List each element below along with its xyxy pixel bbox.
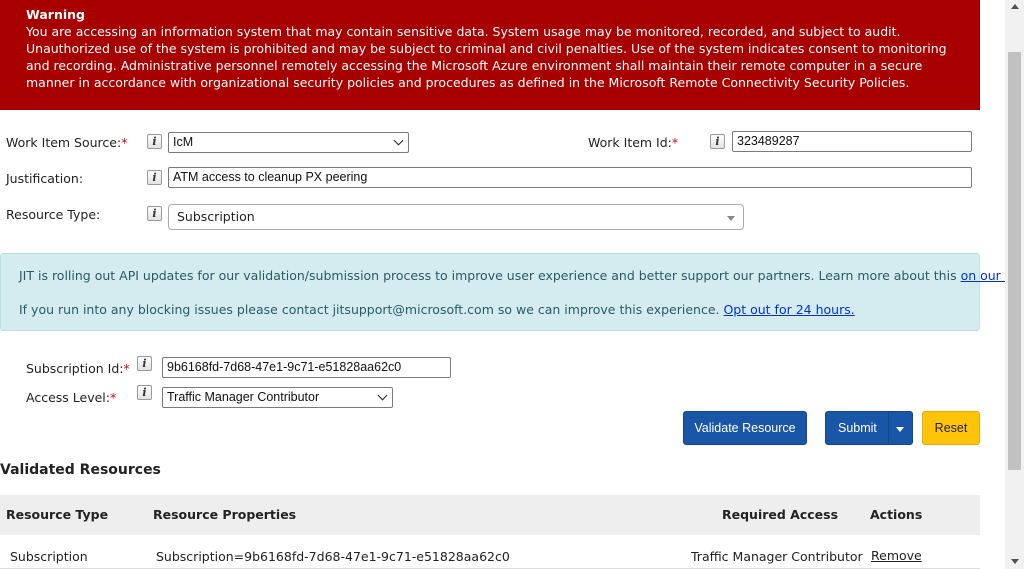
caret-down-icon	[727, 216, 735, 221]
cell-actions: Remove	[871, 548, 922, 563]
chevron-down-icon	[393, 135, 404, 146]
resource-type-value: Subscription	[177, 209, 255, 224]
justification-input[interactable]: ATM access to cleanup PX peering	[168, 167, 972, 188]
table-row: Subscription Subscription=9b6168fd-7d68-…	[0, 535, 980, 569]
resource-type-select[interactable]: Subscription	[168, 204, 744, 230]
warning-title: Warning	[26, 7, 85, 22]
info-icon[interactable]: i	[147, 206, 162, 221]
required-marker: *	[121, 135, 128, 150]
required-marker: *	[109, 390, 117, 405]
split-divider	[888, 412, 889, 444]
work-item-id-label: Work Item Id:*	[588, 135, 678, 150]
access-level-label-text: Access Level:	[26, 390, 110, 405]
subscription-id-label-text: Subscription Id:	[26, 361, 124, 376]
info-notice: JIT is rolling out API updates for our v…	[0, 253, 1024, 331]
reset-button[interactable]: Reset	[922, 411, 980, 445]
col-resource-type: Resource Type	[6, 507, 109, 522]
required-marker: *	[123, 361, 130, 376]
col-required-access: Required Access	[722, 507, 839, 522]
info-icon[interactable]: i	[147, 170, 162, 185]
cell-resource-type: Subscription	[10, 549, 88, 564]
access-level-value: Traffic Manager Contributor	[167, 390, 320, 404]
warning-banner: Warning You are accessing an information…	[0, 0, 980, 110]
info-icon[interactable]: i	[137, 356, 152, 371]
cell-resource-properties: Subscription=9b6168fd-7d68-47e1-9c71-e51…	[156, 549, 510, 564]
chevron-down-icon	[377, 390, 388, 401]
work-item-source-label-text: Work Item Source:	[6, 135, 122, 150]
col-actions: Actions	[870, 507, 923, 522]
scroll-down-arrow-icon[interactable]	[1011, 559, 1019, 564]
access-level-label: Access Level:*	[26, 390, 116, 405]
opt-out-link[interactable]: Opt out for 24 hours.	[723, 302, 854, 317]
justification-label: Justification:	[6, 171, 84, 186]
info-icon[interactable]: i	[147, 134, 162, 149]
notice-line-1-text: JIT is rolling out API updates for our v…	[19, 268, 961, 283]
table-header: Resource Type Resource Properties Requir…	[0, 495, 980, 535]
work-item-id-label-text: Work Item Id:	[588, 135, 672, 150]
info-icon[interactable]: i	[137, 385, 152, 400]
notice-line-2-text: If you run into any blocking issues plea…	[19, 302, 724, 317]
work-item-source-value: IcM	[173, 135, 194, 149]
caret-down-icon[interactable]	[896, 427, 904, 432]
resource-type-label: Resource Type:	[6, 207, 101, 222]
remove-link[interactable]: Remove	[871, 548, 922, 563]
work-item-source-select[interactable]: IcM	[168, 132, 409, 153]
submit-button[interactable]: Submit	[825, 411, 913, 445]
scroll-thumb[interactable]	[1008, 52, 1021, 470]
scrollbar[interactable]	[1005, 0, 1024, 569]
validate-resource-button[interactable]: Validate Resource	[683, 411, 807, 445]
notice-line-2: If you run into any blocking issues plea…	[19, 302, 855, 317]
submit-label: Submit	[838, 421, 877, 435]
subscription-id-input[interactable]: 9b6168fd-7d68-47e1-9c71-e51828aa62c0	[162, 357, 451, 378]
work-item-source-label: Work Item Source:*	[6, 135, 127, 150]
notice-line-1: JIT is rolling out API updates for our v…	[19, 268, 1024, 283]
subscription-id-label: Subscription Id:*	[26, 361, 130, 376]
col-resource-properties: Resource Properties	[153, 507, 297, 522]
access-level-select[interactable]: Traffic Manager Contributor	[162, 387, 393, 408]
warning-text: You are accessing an information system …	[26, 24, 947, 90]
scroll-up-arrow-icon[interactable]	[1011, 4, 1019, 9]
cell-required-access: Traffic Manager Contributor	[691, 549, 863, 564]
validated-resources-title: Validated Resources	[0, 462, 161, 478]
info-icon[interactable]: i	[710, 134, 725, 149]
required-marker: *	[671, 135, 679, 150]
work-item-id-input[interactable]: 323489287	[732, 131, 972, 152]
